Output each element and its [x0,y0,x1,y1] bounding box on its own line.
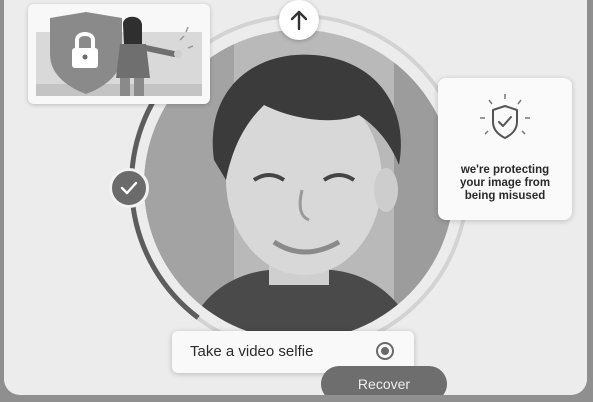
protection-message: we're protecting your image from being m… [459,164,551,202]
shield-check-icon [475,92,535,148]
lock-shield-icon [36,12,202,96]
arrow-up-icon [290,10,308,31]
security-illustration-card [28,4,210,104]
protection-info-card: we're protecting your image from being m… [438,78,572,220]
take-video-selfie-label: Take a video selfie [190,343,314,360]
recover-button[interactable]: Recover [321,366,447,395]
scroll-up-button[interactable] [279,0,319,40]
verification-screen: we're protecting your image from being m… [4,0,587,395]
check-icon [120,181,138,195]
record-icon[interactable] [376,342,394,360]
step-complete-marker [109,168,149,208]
screenshot-frame: we're protecting your image from being m… [0,0,593,402]
